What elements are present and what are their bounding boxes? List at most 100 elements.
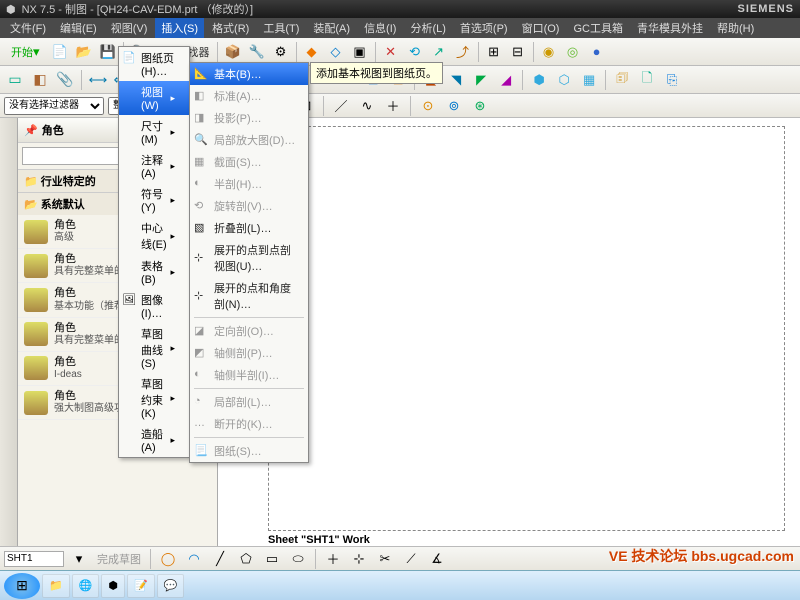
d2-icon-8[interactable]: ◢ [495, 69, 517, 91]
task-item-5[interactable]: 💬 [157, 574, 185, 598]
submenu-item[interactable]: ◐轴侧半剖(I)… [190, 364, 308, 386]
sb-icon-1[interactable]: ▾ [68, 548, 90, 570]
menu-format[interactable]: 格式(R) [206, 18, 255, 38]
menu-window[interactable]: 窗口(O) [516, 18, 566, 38]
menu-item[interactable]: 注释(A) [119, 149, 189, 183]
menu-item[interactable]: 表格(B) [119, 255, 189, 289]
menu-item[interactable]: 符号(Y) [119, 183, 189, 217]
insert-menu-dropdown[interactable]: 📄图纸页(H)…视图(W)尺寸(M)注释(A)符号(Y)中心线(E)表格(B)🖼… [118, 46, 190, 458]
sb-icon-10[interactable]: ✂ [374, 548, 396, 570]
submenu-item[interactable]: ⟲旋转剖(V)… [190, 195, 308, 217]
dim-h-icon[interactable]: ⟷ [87, 69, 109, 91]
d2-icon-14[interactable]: ⎘ [661, 69, 683, 91]
d2-icon-6[interactable]: ◥ [445, 69, 467, 91]
menu-info[interactable]: 信息(I) [358, 18, 402, 38]
submenu-item[interactable]: 📃图纸(S)… [190, 440, 308, 462]
tool-icon-12[interactable]: ⊟ [507, 41, 529, 63]
menu-item[interactable]: 📄图纸页(H)… [119, 47, 189, 81]
submenu-item[interactable]: ⊹展开的点和角度剖(N)… [190, 277, 308, 315]
tool-icon-14[interactable]: ◎ [562, 41, 584, 63]
open-icon[interactable]: 📂 [73, 41, 95, 63]
sb-icon-12[interactable]: ∡ [426, 548, 448, 570]
save-icon[interactable]: 💾 [97, 41, 119, 63]
tool-icon-2[interactable]: 🔧 [246, 41, 268, 63]
menu-insert[interactable]: 插入(S) [155, 18, 204, 38]
task-item-1[interactable]: 📁 [42, 574, 70, 598]
submenu-item[interactable]: ◪定向剖(O)… [190, 320, 308, 342]
sb-icon-11[interactable]: ⟋ [400, 548, 422, 570]
submenu-item[interactable]: ◔局部剖(L)… [190, 391, 308, 413]
start-button[interactable]: 开始 ▾ [4, 41, 47, 63]
tool-icon-4[interactable]: ◆ [301, 41, 323, 63]
menu-view[interactable]: 视图(V) [105, 18, 154, 38]
start-orb[interactable]: ⊞ [4, 573, 40, 599]
submenu-item[interactable]: ◩轴侧剖(P)… [190, 342, 308, 364]
menu-qhplugin[interactable]: 青华模具外挂 [631, 18, 709, 38]
menu-prefs[interactable]: 首选项(P) [454, 18, 514, 38]
draft-icon-1[interactable]: ▭ [4, 69, 26, 91]
submenu-item[interactable]: 📐基本(B)… [190, 63, 308, 85]
f-icon-9[interactable]: ⊙ [417, 95, 439, 117]
f-icon-10[interactable]: ⊚ [443, 95, 465, 117]
sheet-name-input[interactable] [4, 551, 64, 567]
d2-icon-12[interactable]: 🗊 [611, 69, 633, 91]
submenu-item[interactable]: ◐半剖(H)… [190, 173, 308, 195]
menu-item[interactable]: 草图曲线(S) [119, 323, 189, 373]
sb-icon-9[interactable]: ⊹ [348, 548, 370, 570]
d2-icon-11[interactable]: ▦ [578, 69, 600, 91]
f-icon-6[interactable]: ／ [330, 95, 352, 117]
draft-icon-3[interactable]: 📎 [54, 69, 76, 91]
menu-gctoolbox[interactable]: GC工具箱 [567, 18, 629, 38]
sb-icon-4[interactable]: ╱ [209, 548, 231, 570]
tool-icon-10[interactable]: ⤴ [452, 41, 474, 63]
tool-icon-6[interactable]: ▣ [349, 41, 371, 63]
view-submenu-dropdown[interactable]: 📐基本(B)…◧标准(A)…◨投影(P)…🔍局部放大图(D)…▦截面(S)…◐半… [189, 62, 309, 463]
d2-icon-13[interactable]: 🗋 [636, 69, 658, 91]
submenu-item[interactable]: …断开的(K)… [190, 413, 308, 435]
f-icon-8[interactable]: ＋ [382, 95, 404, 117]
filter-select[interactable]: 没有选择过滤器 [4, 97, 104, 115]
new-icon[interactable]: 📄 [49, 41, 71, 63]
task-item-4[interactable]: 📝 [127, 574, 155, 598]
sb-icon-3[interactable]: ◠ [183, 548, 205, 570]
sb-icon-7[interactable]: ⬭ [287, 548, 309, 570]
menu-assembly[interactable]: 装配(A) [307, 18, 356, 38]
submenu-item[interactable]: 🔍局部放大图(D)… [190, 129, 308, 151]
task-item-3[interactable]: ⬢ [101, 574, 125, 598]
menu-analyze[interactable]: 分析(L) [404, 18, 451, 38]
sb-icon-8[interactable]: ＋ [322, 548, 344, 570]
sb-icon-6[interactable]: ▭ [261, 548, 283, 570]
tool-icon-1[interactable]: 📦 [222, 41, 244, 63]
d2-icon-7[interactable]: ◤ [470, 69, 492, 91]
windows-taskbar[interactable]: ⊞ 📁 🌐 ⬢ 📝 💬 [0, 570, 800, 600]
submenu-item[interactable]: ⊹展开的点到点剖视图(U)… [190, 239, 308, 277]
tool-icon-7[interactable]: ✕ [380, 41, 402, 63]
tool-icon-3[interactable]: ⚙ [270, 41, 292, 63]
submenu-item[interactable]: ◧标准(A)… [190, 85, 308, 107]
sb-icon-2[interactable]: ◯ [157, 548, 179, 570]
tool-icon-5[interactable]: ◇ [325, 41, 347, 63]
menu-item[interactable]: 中心线(E) [119, 217, 189, 255]
f-icon-7[interactable]: ∿ [356, 95, 378, 117]
tool-icon-9[interactable]: ↗ [428, 41, 450, 63]
menu-item[interactable]: 造船(A) [119, 423, 189, 457]
menu-item[interactable]: 尺寸(M) [119, 115, 189, 149]
d2-icon-10[interactable]: ⬡ [553, 69, 575, 91]
menu-bar[interactable]: 文件(F) 编辑(E) 视图(V) 插入(S) 格式(R) 工具(T) 装配(A… [0, 18, 800, 38]
f-icon-11[interactable]: ⊛ [469, 95, 491, 117]
pin-icon[interactable]: 📌 [24, 124, 38, 137]
d2-icon-9[interactable]: ⬢ [528, 69, 550, 91]
submenu-item[interactable]: ▧折叠剖(L)… [190, 217, 308, 239]
task-item-2[interactable]: 🌐 [72, 574, 100, 598]
tool-icon-15[interactable]: ● [586, 41, 608, 63]
menu-item[interactable]: 视图(W) [119, 81, 189, 115]
menu-item[interactable]: 🖼图像(I)… [119, 289, 189, 323]
tool-icon-11[interactable]: ⊞ [483, 41, 505, 63]
tool-icon-13[interactable]: ◉ [538, 41, 560, 63]
menu-item[interactable]: 草图约束(K) [119, 373, 189, 423]
menu-edit[interactable]: 编辑(E) [54, 18, 103, 38]
menu-tools[interactable]: 工具(T) [257, 18, 305, 38]
submenu-item[interactable]: ▦截面(S)… [190, 151, 308, 173]
tool-icon-8[interactable]: ⟲ [404, 41, 426, 63]
draft-icon-2[interactable]: ◧ [29, 69, 51, 91]
